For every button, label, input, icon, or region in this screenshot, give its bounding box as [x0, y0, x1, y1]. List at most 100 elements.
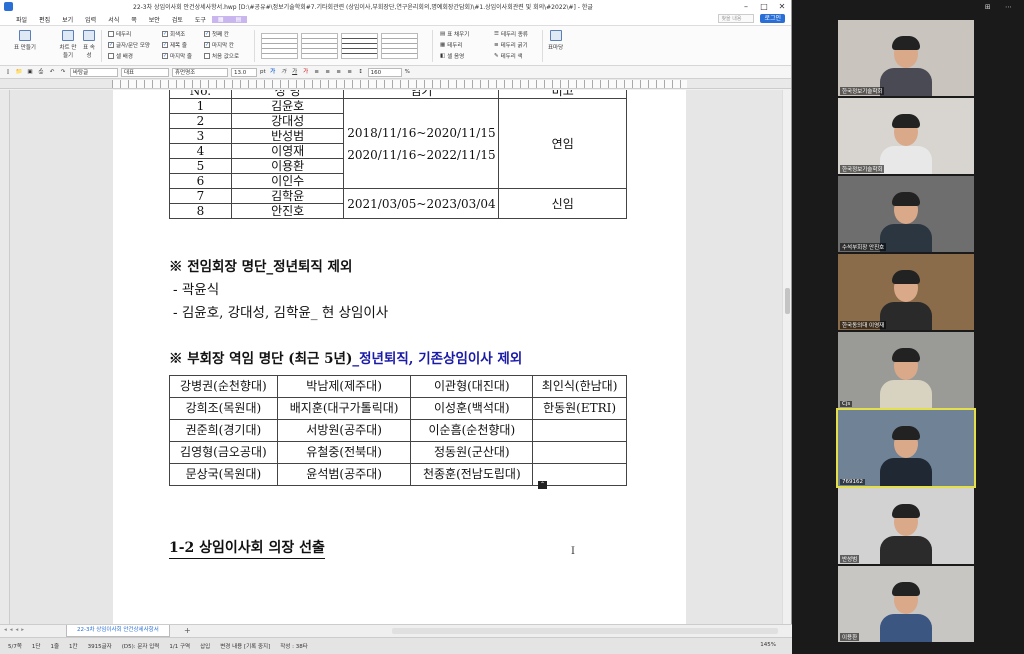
- align-left-icon[interactable]: ≡: [313, 68, 321, 76]
- login-button[interactable]: 로그인: [760, 14, 785, 23]
- table-resize-handle-icon[interactable]: ⌃: [538, 481, 547, 489]
- menu-security[interactable]: 보안: [143, 15, 166, 24]
- table-properties-icon: [83, 30, 95, 41]
- check-cell-bg[interactable]: 셀 배경: [108, 52, 133, 60]
- table-style-1[interactable]: [261, 33, 298, 59]
- italic-icon[interactable]: 가: [280, 68, 288, 76]
- participant-tile[interactable]: 한국정보기술학회: [838, 20, 974, 96]
- check-char-para[interactable]: ✓ 글자/문단 모양: [108, 41, 150, 49]
- participant-tile[interactable]: 이용환: [838, 566, 974, 642]
- person-body: [880, 536, 932, 564]
- document-page[interactable]: No. 성 명 임기 비고 1 김윤호 2018/11/16~2020/11/1…: [113, 90, 686, 624]
- table-cell: 정동원(군산대): [410, 441, 534, 464]
- menu-review[interactable]: 검토: [166, 15, 189, 24]
- chart-create-button[interactable]: 차트 만들기: [58, 30, 78, 59]
- check-last-col[interactable]: ✓ 마지막 칸: [204, 41, 234, 49]
- table-menu-icon[interactable]: ▦: [211, 15, 230, 23]
- language-select[interactable]: 대표: [121, 67, 169, 77]
- vertical-scrollbar[interactable]: [782, 90, 791, 624]
- border-button[interactable]: ▦ 테두리: [440, 41, 462, 49]
- check-border[interactable]: 테두리: [108, 30, 131, 38]
- chart-icon: [62, 30, 74, 41]
- check-first-col[interactable]: ✓ 첫째 칸: [204, 30, 229, 38]
- align-center-icon[interactable]: ≡: [324, 68, 332, 76]
- zoom-select[interactable]: 160: [367, 67, 402, 77]
- person-hair: [892, 426, 920, 440]
- menu-edit[interactable]: 편집: [33, 15, 56, 24]
- table-style-3[interactable]: [341, 33, 378, 59]
- check-header-row[interactable]: ✓ 제목 줄: [162, 41, 187, 49]
- table-cell: 이순흠(순천향대): [410, 419, 534, 442]
- participant-tile[interactable]: 반성범: [838, 488, 974, 564]
- table-fill-button[interactable]: ▤ 표 채우기: [440, 30, 469, 38]
- close-button[interactable]: ✕: [773, 2, 791, 11]
- participant-tile[interactable]: 한국정보기술학회: [838, 98, 974, 174]
- table-row: 권준희(경기대) 서방원(공주대) 이순흠(순천향대): [169, 419, 627, 442]
- status-zoom[interactable]: 145%: [760, 642, 776, 648]
- style-select[interactable]: 바탕글: [70, 67, 118, 77]
- menu-tools[interactable]: 도구: [189, 15, 212, 24]
- open-folder-icon[interactable]: 📁: [15, 68, 23, 76]
- check-last-row[interactable]: ✓ 마지막 줄: [162, 52, 192, 60]
- vice-presidents-table[interactable]: 강병권(순천향대) 박남제(제주대) 이관형(대진대) 최인식(한남대) 강희조(목원대…: [169, 375, 627, 486]
- line-spacing-icon[interactable]: ↕: [357, 68, 365, 76]
- horizontal-ruler: [0, 79, 791, 89]
- participant-video: [876, 348, 936, 408]
- section-heading: 1-2 상임이사회 의장 선출: [169, 537, 325, 559]
- participant-tile[interactable]: 수석부회장 안진호: [838, 176, 974, 252]
- status-track-changes[interactable]: 변경 내용 [기록 중지]: [220, 642, 270, 650]
- scrollbar-thumb[interactable]: [785, 288, 790, 314]
- cell-shade-button[interactable]: ◧ 셀 음영: [440, 52, 464, 60]
- menu-search-input[interactable]: 찾을 내용: [718, 14, 755, 23]
- new-doc-icon[interactable]: ▯: [4, 68, 12, 76]
- participant-tile[interactable]: Cjs: [838, 332, 974, 408]
- table-gallery-button[interactable]: 표마당: [548, 30, 563, 51]
- align-justify-icon[interactable]: ≡: [346, 68, 354, 76]
- table-style-4[interactable]: [381, 33, 418, 59]
- print-icon[interactable]: ⎙: [37, 68, 45, 76]
- undo-icon[interactable]: ↶: [48, 68, 56, 76]
- menu-file[interactable]: 파일: [10, 15, 33, 24]
- panel-controls[interactable]: ⊞ ⋯: [985, 3, 1018, 11]
- tab-nav-arrows[interactable]: ◂◂◂▸: [4, 627, 27, 633]
- table-create-button[interactable]: 표 만들기: [14, 30, 36, 51]
- table-cell: 이인수: [230, 173, 345, 189]
- redo-icon[interactable]: ↷: [59, 68, 67, 76]
- menu-format[interactable]: 서식: [102, 15, 125, 24]
- participant-tile[interactable]: 769162: [836, 408, 976, 488]
- menu-page[interactable]: 쪽: [125, 15, 143, 24]
- underline-icon[interactable]: 가: [291, 68, 299, 76]
- maximize-button[interactable]: □: [755, 2, 773, 11]
- border-color-button[interactable]: ✎ 테두리 색: [494, 52, 523, 60]
- font-size-input[interactable]: 13.0: [231, 67, 257, 77]
- bold-icon[interactable]: 가: [269, 68, 277, 76]
- reset-style-button[interactable]: 처음 값으로: [204, 52, 239, 60]
- table-cell: 천종훈(전남도립대): [410, 463, 534, 486]
- window-title: 22-3차 상임이사회 안건상세사항서.hwp [D:\#공유#\정보기술학회#…: [133, 4, 593, 11]
- check-grayscale[interactable]: ✓ 회색조: [162, 30, 185, 38]
- horizontal-scrollbar[interactable]: [392, 628, 778, 634]
- directors-table[interactable]: No. 성 명 임기 비고 1 김윤호 2018/11/16~2020/11/1…: [169, 90, 627, 219]
- text-color-icon[interactable]: 가: [302, 68, 310, 76]
- align-right-icon[interactable]: ≡: [335, 68, 343, 76]
- table-style-2[interactable]: [301, 33, 338, 59]
- table-cell: 한동원(ETRI): [532, 397, 627, 420]
- border-weight-button[interactable]: ≡ 테두리 굵기: [494, 41, 528, 49]
- participant-tile[interactable]: 한국동의대 이영재: [838, 254, 974, 330]
- font-select[interactable]: 휴먼명조: [172, 67, 228, 77]
- table-cell: 6: [169, 173, 232, 189]
- table-cell: 7: [169, 188, 232, 204]
- participant-video: [876, 426, 936, 486]
- add-tab-button[interactable]: +: [184, 626, 191, 635]
- menu-insert[interactable]: 입력: [79, 15, 102, 24]
- vice-presidents-heading-note: _정년퇴직, 기존상임이사 제외: [352, 351, 523, 367]
- border-type-button[interactable]: ☰ 테두리 종류: [494, 30, 528, 38]
- minimize-button[interactable]: –: [737, 2, 755, 11]
- cell-menu-icon[interactable]: ▤: [229, 15, 248, 23]
- save-icon[interactable]: ▣: [26, 68, 34, 76]
- table-properties-button[interactable]: 표 속성: [82, 30, 96, 59]
- document-tab[interactable]: 22-3차 상임이사회 안건상세사항서: [66, 625, 170, 637]
- status-insert[interactable]: 삽입: [200, 642, 210, 650]
- title-bar: 22-3차 상임이사회 안건상세사항서.hwp [D:\#공유#\정보기술학회#…: [0, 0, 791, 13]
- menu-view[interactable]: 보기: [56, 15, 79, 24]
